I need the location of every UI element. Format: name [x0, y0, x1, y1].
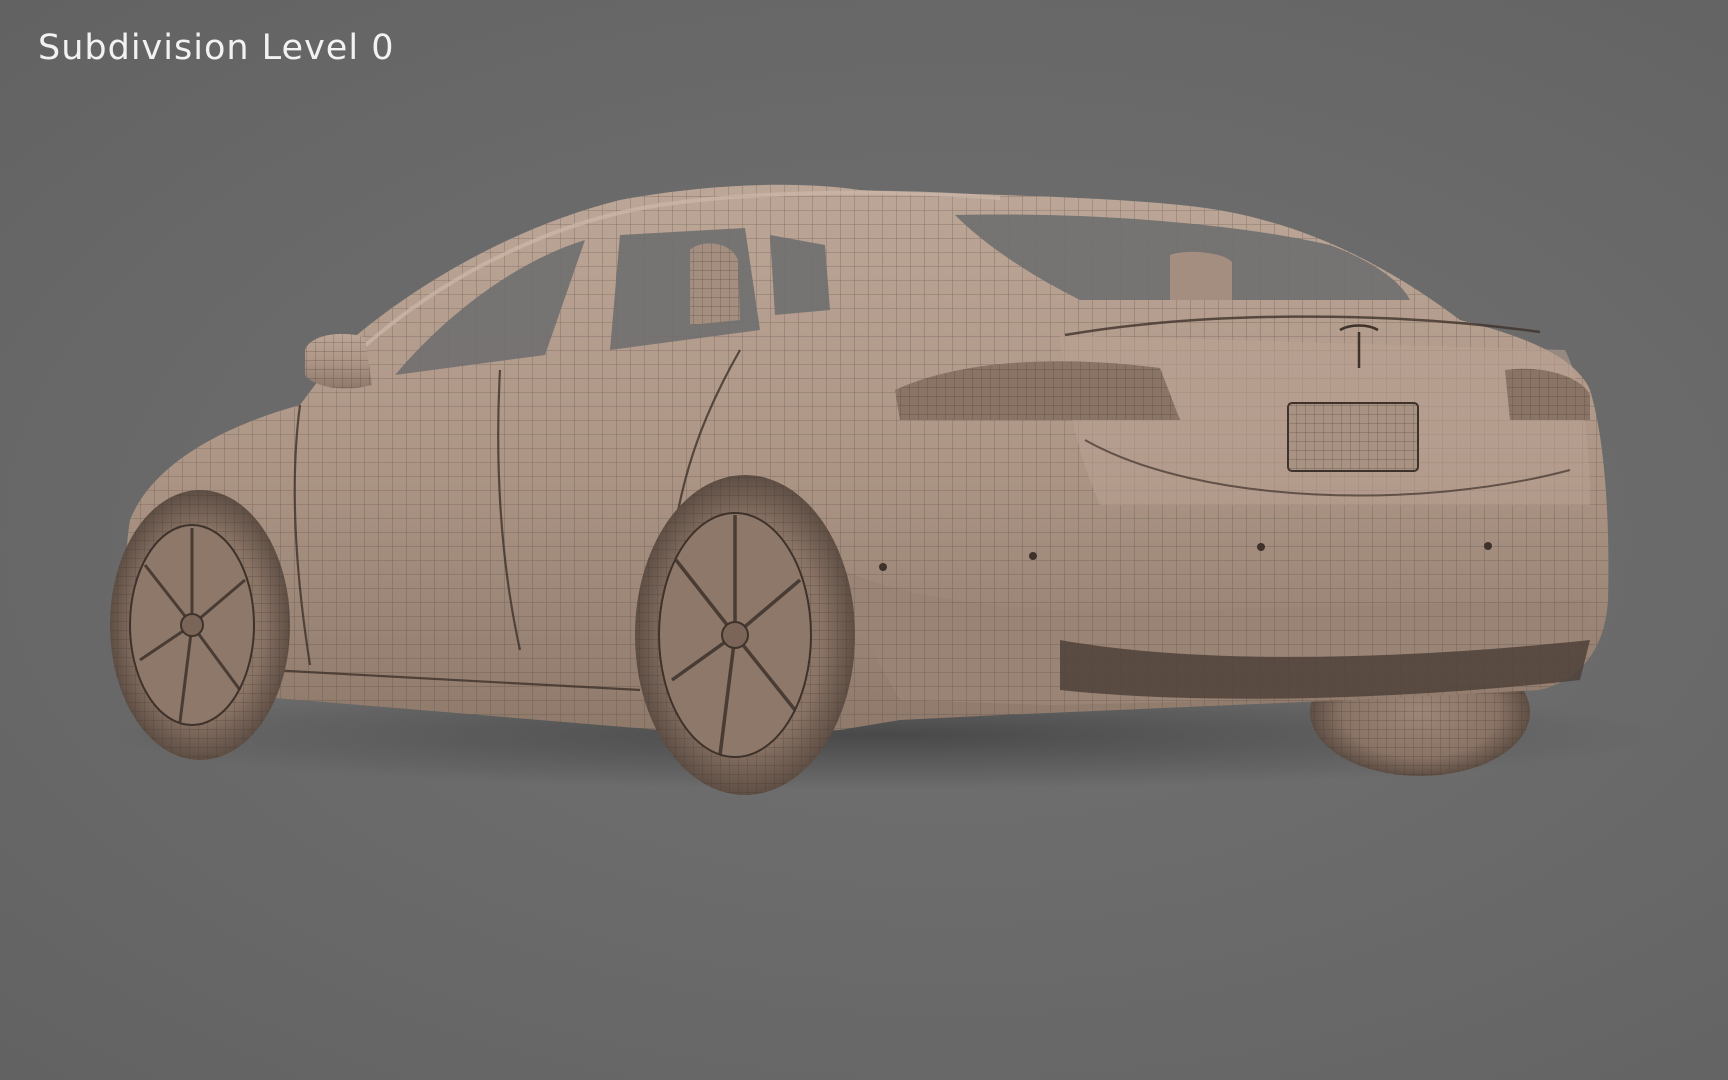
viewport: Subdivision Level 0 [0, 0, 1728, 1080]
subdivision-level-label: Subdivision Level 0 [38, 28, 395, 68]
car-render [100, 184, 1660, 795]
side-mirror [305, 333, 372, 389]
rear-left-wheel [635, 475, 855, 795]
front-left-wheel [110, 490, 290, 760]
